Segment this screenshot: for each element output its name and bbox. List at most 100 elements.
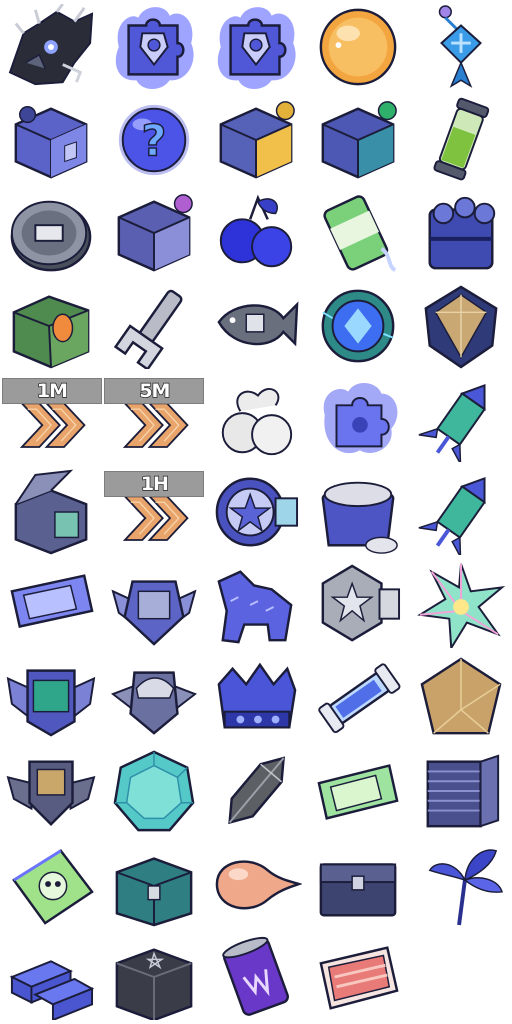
green-soda-can-icon — [323, 194, 397, 272]
item-slot[interactable] — [102, 744, 204, 837]
speedup-1h-icon — [122, 494, 189, 541]
item-slot[interactable] — [205, 279, 307, 372]
item-slot[interactable] — [307, 372, 409, 465]
item-slot[interactable] — [205, 93, 307, 186]
item-slot[interactable] — [307, 465, 409, 558]
royal-crown-icon — [217, 662, 297, 729]
svg-text:?: ? — [141, 116, 166, 166]
item-slot[interactable] — [205, 558, 307, 651]
rainbow-star-crystal-icon — [416, 563, 505, 648]
item-slot[interactable] — [0, 93, 102, 186]
item-slot[interactable] — [205, 651, 307, 744]
item-slot[interactable] — [410, 744, 512, 837]
log-bundle-icon — [428, 196, 495, 269]
item-slot[interactable] — [410, 558, 512, 651]
item-slot[interactable] — [307, 0, 409, 93]
blue-herb-bundle-icon — [428, 848, 503, 925]
item-slot[interactable] — [0, 837, 102, 930]
item-slot[interactable] — [0, 744, 102, 837]
flour-sack-icon — [321, 481, 399, 554]
peach-droplet-icon — [215, 859, 302, 909]
smoky-crystal-shard-icon — [228, 755, 285, 824]
item-slot[interactable] — [307, 651, 409, 744]
item-slot[interactable] — [102, 651, 204, 744]
item-slot[interactable] — [0, 0, 102, 93]
winged-frame-badge-icon — [111, 579, 197, 646]
item-slot[interactable] — [205, 930, 307, 1023]
item-slot[interactable] — [410, 651, 512, 744]
item-slot[interactable] — [0, 930, 102, 1023]
item-slot[interactable] — [307, 279, 409, 372]
item-slot[interactable] — [410, 837, 512, 930]
firework-rocket-icon — [418, 476, 486, 555]
item-slot[interactable] — [102, 279, 204, 372]
item-slot[interactable] — [0, 186, 102, 279]
item-slot[interactable] — [205, 465, 307, 558]
blueprint-box-icon — [14, 105, 88, 178]
item-slot[interactable]: ? — [102, 93, 204, 186]
item-slot[interactable] — [102, 0, 204, 93]
white-fruit-icon — [221, 387, 293, 455]
item-slot[interactable] — [205, 744, 307, 837]
item-slot[interactable] — [205, 186, 307, 279]
item-slot[interactable] — [410, 0, 512, 93]
blue-flame-puzzle-badge-icon — [115, 6, 194, 89]
item-slot[interactable] — [0, 558, 102, 651]
item-slot[interactable]: 1H — [102, 465, 205, 558]
winged-cap-badge-icon — [110, 670, 197, 735]
item-slot[interactable] — [102, 837, 204, 930]
item-icon-sheet: ? 1M 5M 1H — [0, 0, 512, 1024]
item-slot[interactable] — [307, 930, 409, 1023]
item-slot[interactable] — [410, 279, 512, 372]
red-bacon-pack-icon — [319, 945, 399, 1010]
item-slot[interactable] — [307, 186, 409, 279]
item-slot[interactable] — [205, 837, 307, 930]
item-slot[interactable] — [205, 0, 307, 93]
item-slot[interactable] — [307, 558, 409, 651]
gold-pyramid-crystal-icon — [420, 656, 502, 734]
item-slot[interactable] — [307, 837, 409, 930]
gold-blueprint-box-icon — [219, 100, 295, 178]
navy-chest-icon — [320, 862, 397, 916]
item-slot[interactable] — [0, 465, 102, 558]
wrench-icon — [113, 289, 183, 369]
winged-screen-badge-icon — [6, 668, 96, 737]
item-slot[interactable] — [0, 279, 102, 372]
item-slot[interactable] — [410, 372, 512, 465]
speedup-duration-tag: 1M — [2, 378, 102, 404]
blue-flame-puzzle-badge-icon — [217, 6, 296, 89]
mystery-question-orb-icon: ? — [118, 104, 189, 175]
item-slot[interactable] — [205, 372, 307, 465]
blue-ingot-bars-icon — [9, 959, 95, 1020]
green-ticket-icon — [317, 763, 399, 820]
firework-rocket-icon — [418, 383, 486, 462]
chinese-knot-charm-icon — [438, 4, 482, 88]
blue-ticket-icon — [10, 573, 94, 628]
dark-pentagram-chest-icon — [115, 947, 192, 1020]
green-serum-tube-icon — [433, 97, 489, 180]
crystal-core-icon — [321, 289, 395, 362]
speedup-5m-icon — [122, 401, 189, 448]
speedup-duration-tag: 5M — [104, 378, 205, 404]
item-slot[interactable] — [102, 186, 204, 279]
star-gear-badge-icon — [215, 477, 298, 546]
item-slot[interactable] — [102, 558, 204, 651]
purple-blueprint-box-icon — [117, 193, 193, 271]
item-slot[interactable] — [410, 93, 512, 186]
energy-capsule-icon — [318, 662, 401, 733]
speedup-1m-icon — [20, 401, 86, 448]
blue-berry-cluster-icon — [219, 194, 293, 267]
item-slot[interactable]: 5M — [102, 372, 205, 465]
speedup-duration-tag: 1H — [104, 471, 205, 497]
item-slot[interactable] — [307, 744, 409, 837]
item-slot[interactable] — [410, 465, 512, 558]
item-slot[interactable] — [410, 186, 512, 279]
item-slot[interactable] — [102, 930, 204, 1023]
green-supply-crate-icon — [12, 294, 90, 368]
item-slot[interactable] — [0, 651, 102, 744]
item-slot — [410, 930, 512, 1023]
purple-can-icon — [222, 936, 289, 1016]
item-slot[interactable] — [307, 93, 409, 186]
blue-tiger-figurine-icon — [217, 569, 293, 643]
item-slot[interactable]: 1M — [0, 372, 102, 465]
